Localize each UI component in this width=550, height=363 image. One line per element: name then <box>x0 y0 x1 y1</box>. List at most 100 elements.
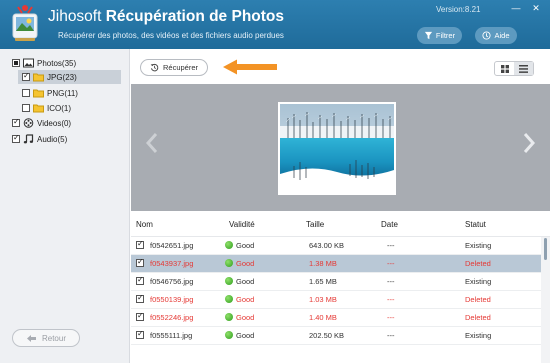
column-validity[interactable]: Validité <box>229 220 255 229</box>
file-status: Existing <box>465 241 492 250</box>
file-date: --- <box>387 331 395 340</box>
good-status-icon <box>225 241 233 249</box>
audio-checkbox[interactable] <box>12 133 20 143</box>
row-checkbox[interactable] <box>136 293 144 303</box>
folder-icon <box>33 104 44 113</box>
toolbar: Récupérer <box>131 49 550 84</box>
close-icon[interactable]: ✕ <box>530 3 542 14</box>
back-arrow-icon <box>26 334 36 342</box>
recover-button[interactable]: Récupérer <box>140 59 208 76</box>
tree-item-jpg[interactable]: JPG(23) <box>18 70 121 84</box>
recover-label: Récupérer <box>162 63 199 72</box>
help-button[interactable]: Aide <box>475 27 517 44</box>
file-name: f0552246.jpg <box>150 313 194 322</box>
tree-label: JPG(23) <box>47 72 77 82</box>
validity-cell: Good <box>225 241 254 250</box>
file-date: --- <box>387 295 395 304</box>
ico-checkbox[interactable] <box>22 104 30 112</box>
recover-icon <box>150 63 159 72</box>
filter-button[interactable]: Filtrer <box>417 27 462 44</box>
good-status-icon <box>225 277 233 285</box>
tree-label: Photos(35) <box>37 58 77 68</box>
tree-label: PNG(11) <box>47 88 78 98</box>
table-row[interactable]: f0542651.jpg Good 643.00 KB --- Existing <box>131 237 541 255</box>
file-name: f0543937.jpg <box>150 259 194 268</box>
file-date: --- <box>387 259 395 268</box>
grid-view-icon[interactable] <box>495 62 514 75</box>
help-label: Aide <box>494 31 510 40</box>
table-row[interactable]: f0546756.jpg Good 1.65 MB --- Existing <box>131 273 541 291</box>
validity-cell: Good <box>225 313 254 322</box>
png-checkbox[interactable] <box>22 89 30 97</box>
column-status[interactable]: Statut <box>465 220 486 229</box>
videos-checkbox[interactable] <box>12 117 20 127</box>
app-name: Récupération de Photos <box>105 8 285 25</box>
photo-icon <box>23 58 34 68</box>
tree-label: Videos(0) <box>37 118 72 128</box>
tree-item-png[interactable]: PNG(11) <box>22 86 78 100</box>
previous-image-icon[interactable] <box>145 132 159 154</box>
column-date[interactable]: Date <box>381 220 398 229</box>
winter-lake-image <box>280 104 394 193</box>
table-row[interactable]: f0555111.jpg Good 202.50 KB --- Existing <box>131 327 541 345</box>
file-status: Deleted <box>465 259 491 268</box>
file-size: 1.40 MB <box>309 313 337 322</box>
file-size: 1.65 MB <box>309 277 337 286</box>
file-table: Nom Validité Taille Date Statut f0542651… <box>131 211 550 363</box>
back-label: Retour <box>41 333 66 343</box>
table-scrollbar[interactable] <box>541 237 550 363</box>
scrollbar-thumb[interactable] <box>544 238 547 260</box>
tree-item-videos[interactable]: Videos(0) <box>12 116 71 130</box>
filter-label: Filtrer <box>435 31 456 40</box>
film-icon <box>23 118 34 128</box>
file-status: Deleted <box>465 313 491 322</box>
help-icon <box>482 31 492 40</box>
music-note-icon <box>23 134 34 144</box>
list-view-icon[interactable] <box>514 62 533 75</box>
file-name: f0555111.jpg <box>150 331 193 340</box>
view-toggle <box>494 61 534 76</box>
table-row[interactable]: f0550139.jpg Good 1.03 MB --- Deleted <box>131 291 541 309</box>
app-logo-icon <box>12 5 38 41</box>
category-sidebar: Photos(35) JPG(23) PNG(11) ICO(1) Videos… <box>0 49 130 363</box>
back-button[interactable]: Retour <box>12 329 80 347</box>
file-status: Existing <box>465 331 492 340</box>
file-size: 1.03 MB <box>309 295 337 304</box>
file-date: --- <box>387 241 395 250</box>
validity-cell: Good <box>225 259 254 268</box>
file-size: 1.38 MB <box>309 259 337 268</box>
file-name: f0550139.jpg <box>150 295 194 304</box>
folder-icon <box>33 89 44 98</box>
validity-cell: Good <box>225 331 254 340</box>
filter-icon <box>424 31 433 40</box>
photos-checkbox[interactable] <box>12 59 20 67</box>
good-status-icon <box>225 295 233 303</box>
file-date: --- <box>387 313 395 322</box>
table-row[interactable]: f0552246.jpg Good 1.40 MB --- Deleted <box>131 309 541 327</box>
preview-image <box>278 102 396 195</box>
row-checkbox[interactable] <box>136 275 144 285</box>
app-title: Jihosoft Récupération de Photos <box>48 8 284 26</box>
tree-item-ico[interactable]: ICO(1) <box>22 101 71 115</box>
row-checkbox[interactable] <box>136 329 144 339</box>
image-preview-panel <box>131 84 550 211</box>
row-checkbox[interactable] <box>136 257 144 267</box>
tree-label: ICO(1) <box>47 103 71 113</box>
jpg-checkbox[interactable] <box>22 71 30 81</box>
validity-cell: Good <box>225 277 254 286</box>
minimize-icon[interactable]: — <box>510 3 522 13</box>
app-header: Jihosoft Récupération de Photos Récupére… <box>0 0 550 49</box>
column-size[interactable]: Taille <box>306 220 324 229</box>
row-checkbox[interactable] <box>136 311 144 321</box>
good-status-icon <box>225 331 233 339</box>
row-checkbox[interactable] <box>136 239 144 249</box>
tree-item-photos[interactable]: Photos(35) <box>12 56 76 70</box>
good-status-icon <box>225 313 233 321</box>
table-row[interactable]: f0543937.jpg Good 1.38 MB --- Deleted <box>131 255 541 273</box>
next-image-icon[interactable] <box>522 132 536 154</box>
file-size: 202.50 KB <box>309 331 345 340</box>
brand-name: Jihosoft <box>48 8 102 25</box>
good-status-icon <box>225 259 233 267</box>
tree-item-audio[interactable]: Audio(5) <box>12 132 67 146</box>
column-name[interactable]: Nom <box>136 220 153 229</box>
